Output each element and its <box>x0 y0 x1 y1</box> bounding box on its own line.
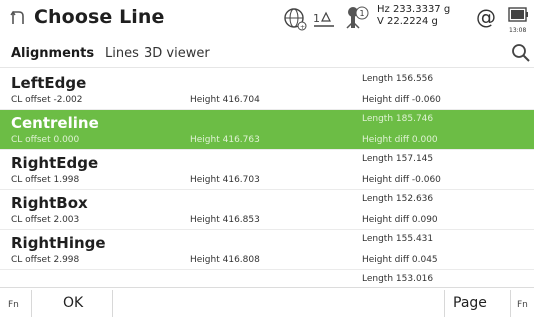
height-value: Height 416.703 <box>190 175 260 185</box>
alignment-name: RightHinge <box>11 234 106 252</box>
prism-icon[interactable]: 1 <box>345 4 371 32</box>
fn-key-right[interactable]: Fn <box>517 300 528 310</box>
page-button[interactable]: Page <box>446 288 506 318</box>
height-value: Height 416.808 <box>190 255 260 265</box>
alignment-name: RightEdge <box>11 154 99 172</box>
list-item-centreline[interactable]: Centreline CL offset 0.000 Height 416.76… <box>0 110 534 150</box>
fn-key-left[interactable]: Fn <box>8 300 19 310</box>
cl-offset: CL offset 2.003 <box>11 215 80 225</box>
length-value: Length 152.636 <box>362 194 434 204</box>
length-value: Length 153.016 <box>362 274 434 284</box>
divider <box>31 290 32 317</box>
softkey-bar: Fn OK Page Fn <box>0 287 534 318</box>
tab-bar: Alignments Lines 3D viewer <box>0 38 534 68</box>
height-value: Height 416.853 <box>190 215 260 225</box>
hz-readout: Hz 233.3337 g <box>377 4 451 15</box>
height-diff-value: Height diff 0.045 <box>362 255 438 265</box>
height-diff-value: Height diff -0.060 <box>362 95 441 105</box>
compensator-icon[interactable]: 1 <box>312 8 336 30</box>
height-value: Height 416.763 <box>190 135 260 145</box>
divider <box>444 290 445 317</box>
svg-text:1: 1 <box>360 9 365 18</box>
length-value: Length 155.431 <box>362 234 434 244</box>
cl-offset: CL offset -2.002 <box>11 95 83 105</box>
height-diff-value: Height diff 0.000 <box>362 135 438 145</box>
list-item-righthinge[interactable]: RightHinge CL offset 2.998 Height 416.80… <box>0 230 534 270</box>
cl-offset: CL offset 0.000 <box>11 135 80 145</box>
list-item-leftedge[interactable]: LeftEdge CL offset -2.002 Height 416.704… <box>0 70 534 110</box>
list-item-rightbox[interactable]: RightBox CL offset 2.003 Height 416.853 … <box>0 190 534 230</box>
back-icon[interactable] <box>10 8 26 28</box>
search-icon[interactable] <box>510 42 532 64</box>
height-diff-value: Height diff 0.090 <box>362 215 438 225</box>
alignment-name: Centreline <box>11 114 99 132</box>
height-diff-value: Height diff -0.060 <box>362 175 441 185</box>
clock: 13:08 <box>509 27 527 34</box>
cl-offset: CL offset 1.998 <box>11 175 80 185</box>
length-value: Length 157.145 <box>362 154 434 164</box>
alignment-name: LeftEdge <box>11 74 87 92</box>
v-readout: V 22.2224 g <box>377 16 438 27</box>
alignment-name: RightBox <box>11 194 88 212</box>
length-value: Length 156.556 <box>362 74 434 84</box>
tab-alignments[interactable]: Alignments <box>11 46 94 61</box>
list-item-partial[interactable]: Length 153.016 <box>0 270 534 284</box>
svg-text:+: + <box>300 24 305 31</box>
divider <box>510 290 511 317</box>
list-item-rightedge[interactable]: RightEdge CL offset 1.998 Height 416.703… <box>0 150 534 190</box>
length-value: Length 185.746 <box>362 114 434 124</box>
ok-button[interactable]: OK <box>36 288 112 318</box>
at-icon[interactable]: @ <box>476 5 496 29</box>
divider <box>112 290 113 317</box>
angle-readout: Hz 233.3337 g V 22.2224 g <box>377 4 450 28</box>
alignment-list[interactable]: LeftEdge CL offset -2.002 Height 416.704… <box>0 70 534 284</box>
cl-offset: CL offset 2.998 <box>11 255 80 265</box>
globe-icon[interactable]: + <box>282 6 308 32</box>
tab-3d-viewer[interactable]: 3D viewer <box>144 46 210 61</box>
svg-text:1: 1 <box>313 12 320 25</box>
page-title: Choose Line <box>34 6 165 28</box>
tab-lines[interactable]: Lines <box>105 46 139 61</box>
title-bar: Choose Line + 1 1 Hz 233.3337 g V 22.222… <box>0 0 534 38</box>
height-value: Height 416.704 <box>190 95 260 105</box>
